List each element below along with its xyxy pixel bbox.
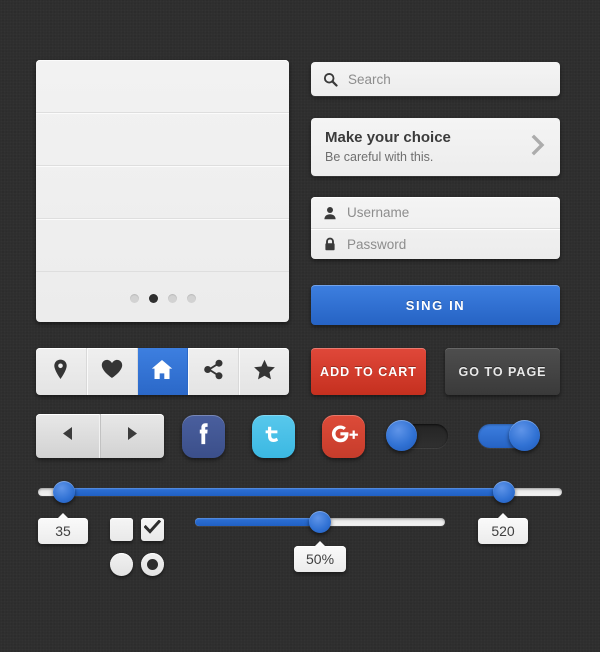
heart-icon — [101, 359, 123, 384]
lock-icon — [323, 237, 337, 251]
list-panel — [36, 60, 289, 322]
list-item[interactable] — [36, 166, 289, 219]
toggle-switch-on[interactable] — [478, 420, 540, 451]
list-item[interactable] — [36, 113, 289, 166]
carousel-dot-2[interactable] — [148, 293, 158, 303]
go-to-page-button[interactable]: GO TO PAGE — [445, 348, 560, 395]
twitter-button[interactable] — [252, 415, 295, 458]
share-icon — [203, 359, 224, 385]
carousel-dot-4[interactable] — [186, 293, 196, 303]
single-slider-value-bubble: 50% — [294, 541, 346, 572]
facebook-icon — [192, 421, 216, 452]
credentials-group: Username Password — [311, 197, 560, 259]
range-slider[interactable] — [38, 481, 562, 503]
choice-title: Make your choice — [325, 129, 451, 146]
radio-selected[interactable] — [141, 553, 164, 576]
toggle-switch-off[interactable] — [386, 420, 448, 451]
carousel-dots — [36, 272, 289, 322]
choice-subtitle: Be careful with this. — [325, 149, 434, 164]
carousel-dot-1[interactable] — [129, 293, 139, 303]
range-slider-handle-max[interactable] — [493, 481, 516, 503]
twitter-icon — [261, 422, 286, 452]
home-icon — [151, 359, 173, 385]
checkbox-checked[interactable] — [141, 518, 164, 541]
radio-dot-icon — [147, 559, 158, 570]
single-slider-handle[interactable] — [309, 511, 331, 533]
username-placeholder: Username — [347, 205, 410, 220]
checkmark-icon — [143, 518, 162, 540]
toolbar-item-location[interactable] — [36, 348, 87, 395]
search-input-placeholder: Search — [348, 71, 391, 87]
toggle-knob[interactable] — [509, 420, 540, 451]
pager-prev-button[interactable] — [36, 414, 101, 458]
checkbox-unchecked[interactable] — [110, 518, 133, 541]
star-icon — [253, 359, 276, 385]
range-max-value-bubble: 520 — [478, 513, 528, 544]
googleplus-button[interactable] — [322, 415, 365, 458]
pager-next-button[interactable] — [101, 414, 165, 458]
facebook-button[interactable] — [182, 415, 225, 458]
carousel-dot-3[interactable] — [167, 293, 177, 303]
list-item[interactable] — [36, 219, 289, 272]
toolbar-item-star[interactable] — [239, 348, 289, 395]
choice-text-group: Make your choice Be careful with this. — [325, 129, 530, 165]
triangle-right-icon — [126, 426, 138, 446]
googleplus-icon — [329, 422, 359, 451]
user-icon — [323, 206, 337, 220]
chevron-right-icon — [530, 132, 546, 163]
range-min-value-bubble: 35 — [38, 513, 88, 544]
sign-in-button[interactable]: SING IN — [311, 285, 560, 325]
toolbar-item-share[interactable] — [188, 348, 240, 395]
single-slider-fill — [195, 518, 320, 526]
location-pin-icon — [52, 359, 69, 385]
single-slider[interactable] — [195, 511, 445, 533]
radio-unselected[interactable] — [110, 553, 133, 576]
search-field[interactable]: Search — [311, 62, 560, 96]
choice-panel[interactable]: Make your choice Be careful with this. — [311, 118, 560, 176]
triangle-left-icon — [62, 426, 74, 446]
toolbar-item-home[interactable] — [137, 348, 189, 395]
username-field[interactable]: Username — [311, 197, 560, 228]
range-slider-handle-min[interactable] — [53, 481, 76, 503]
toggle-knob[interactable] — [386, 420, 417, 451]
search-icon — [323, 72, 338, 87]
ui-kit-canvas: Search Make your choice Be careful with … — [0, 0, 600, 652]
add-to-cart-button[interactable]: ADD TO CART — [311, 348, 426, 395]
password-placeholder: Password — [347, 236, 407, 252]
range-slider-fill — [64, 488, 505, 496]
toolbar-item-favorite[interactable] — [87, 348, 138, 395]
pager-control — [36, 414, 164, 458]
icon-toolbar — [36, 348, 289, 395]
password-field[interactable]: Password — [311, 228, 560, 259]
list-item[interactable] — [36, 60, 289, 113]
